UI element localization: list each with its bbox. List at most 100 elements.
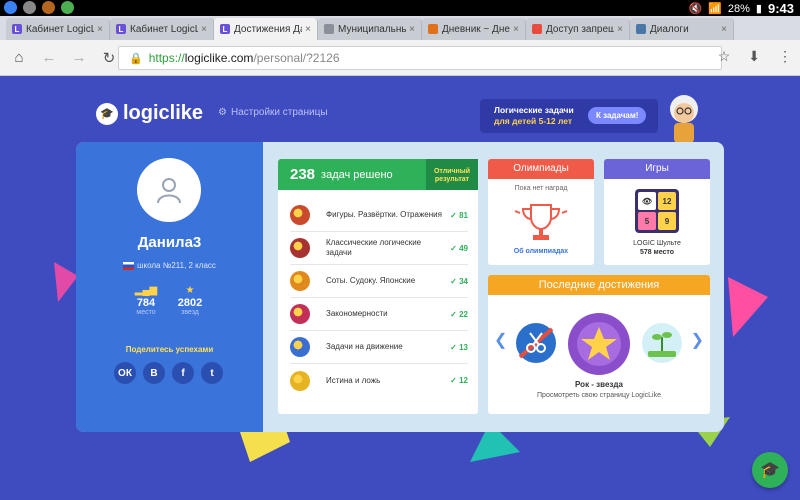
vk-share-button[interactable]: В bbox=[143, 362, 165, 384]
rockstar-star-icon[interactable] bbox=[568, 313, 630, 375]
page-settings-link[interactable]: ⚙ Настройки страницы bbox=[218, 107, 328, 118]
image-notification-icon bbox=[23, 1, 36, 14]
browser-tab-strip: L Кабинет LogicLi × L Кабинет LogicLi × L Дости… bbox=[0, 16, 800, 40]
tasks-solved-panel: 238 задач решено Отличный результат Фигу… bbox=[278, 159, 478, 414]
dashboard-card: Данила3 школа №211, 2 класс ▂▄▆ 784 мест… bbox=[76, 142, 724, 432]
task-count-value: 22 bbox=[459, 309, 468, 319]
forward-icon[interactable]: → bbox=[64, 49, 94, 66]
promo-line2: для детей 5-12 лет bbox=[494, 116, 573, 126]
download-icon[interactable]: ⬇ bbox=[748, 48, 760, 65]
russia-flag-icon bbox=[123, 261, 135, 270]
tab-favicon-icon: L bbox=[220, 24, 230, 34]
tab-close-icon[interactable]: × bbox=[721, 24, 727, 35]
wifi-icon: 📶 bbox=[708, 3, 722, 15]
rank-bars-icon: ▂▄▆ bbox=[134, 285, 158, 296]
tasks-count: 238 bbox=[290, 166, 316, 183]
user-icon bbox=[157, 178, 181, 204]
social-share-buttons: ОК В f t bbox=[114, 362, 223, 384]
address-bar[interactable]: 🔒 https:// logiclike.com /personal/?2126 bbox=[118, 46, 722, 70]
olympiads-panel[interactable]: Олимпиады Пока нет наград Об олимпиадах bbox=[488, 159, 594, 265]
tab-close-icon[interactable]: × bbox=[409, 24, 415, 35]
place-value: 784 bbox=[136, 297, 156, 309]
back-icon[interactable]: ← bbox=[34, 49, 64, 66]
achievement-name: Рок - звезда bbox=[575, 380, 623, 389]
to-tasks-button[interactable]: К задачам! bbox=[588, 107, 647, 124]
task-category-count: ✓ 34 bbox=[446, 277, 468, 286]
bookmark-star-icon[interactable]: ☆ bbox=[718, 48, 731, 65]
tab-close-icon[interactable]: × bbox=[97, 24, 103, 35]
task-category-icon bbox=[290, 238, 310, 258]
stars-value: 2802 bbox=[177, 297, 203, 309]
web-page: 🎓 logiclike ⚙ Настройки страницы Логичес… bbox=[0, 77, 800, 500]
promo-line1: Логические задачи bbox=[494, 105, 574, 115]
browser-tab[interactable]: Доступ запреще × bbox=[526, 18, 630, 40]
site-logo[interactable]: 🎓 logiclike bbox=[96, 102, 203, 125]
graduation-cap-fab-button[interactable]: 🎓 bbox=[752, 452, 788, 488]
home-icon[interactable]: ⌂ bbox=[4, 49, 34, 66]
game-place: 578 место bbox=[639, 249, 675, 256]
task-category-icon bbox=[290, 337, 310, 357]
no-awards-text: Пока нет наград bbox=[514, 185, 568, 192]
tab-close-icon[interactable]: × bbox=[305, 24, 311, 35]
sprout-achievement-icon[interactable] bbox=[642, 323, 682, 363]
schulte-game-icon[interactable]: 👁 12 5 9 bbox=[635, 189, 679, 233]
scissors-achievement-icon[interactable] bbox=[516, 323, 556, 363]
user-name: Данила3 bbox=[137, 234, 202, 251]
browser-tab[interactable]: L Кабинет LogicLi × bbox=[110, 18, 214, 40]
tab-title: Доступ запреще bbox=[546, 23, 615, 35]
about-olympiads-link[interactable]: Об олимпиадах bbox=[488, 248, 594, 255]
tab-close-icon[interactable]: × bbox=[513, 24, 519, 35]
tab-close-icon[interactable]: × bbox=[201, 24, 207, 35]
lock-icon: 🔒 bbox=[129, 52, 143, 65]
battery-percent: 28% bbox=[727, 2, 750, 15]
task-category-row[interactable]: Соты. Судоку. Японские ✓ 34 bbox=[290, 265, 468, 298]
status-bar: 🔇 📶 28% ▮ 9:43 bbox=[0, 0, 800, 16]
task-count-value: 13 bbox=[459, 342, 468, 352]
browser-tab[interactable]: L Достижения Да × bbox=[214, 18, 318, 40]
achievement-description[interactable]: Просмотреть свою страницу LogicLike bbox=[488, 392, 710, 399]
photo-notification-icon bbox=[42, 1, 55, 14]
decor-shape-left bbox=[54, 262, 78, 302]
task-category-name: Истина и ложь bbox=[326, 375, 381, 385]
game-notification-icon bbox=[61, 1, 74, 14]
task-category-count: ✓ 12 bbox=[446, 376, 468, 385]
decor-shape-right bbox=[728, 277, 768, 337]
task-category-icon bbox=[290, 370, 310, 391]
promo-banner[interactable]: Логические задачи для детей 5-12 лет К з… bbox=[480, 99, 658, 133]
game-cell: 9 bbox=[658, 212, 676, 230]
tab-favicon-icon: L bbox=[12, 24, 22, 34]
tab-favicon-icon bbox=[324, 24, 334, 34]
tasks-header: 238 задач решено Отличный результат bbox=[278, 159, 478, 190]
tab-close-icon[interactable]: × bbox=[617, 24, 623, 35]
odnoklassniki-share-button[interactable]: ОК bbox=[114, 362, 136, 384]
logo-text: logiclike bbox=[123, 102, 204, 124]
clock: 9:43 bbox=[767, 1, 794, 16]
share-label: Поделитесь успехами bbox=[125, 345, 214, 354]
professor-mascot-icon bbox=[670, 95, 698, 143]
avatar[interactable] bbox=[137, 158, 201, 222]
task-category-name: Закономерности bbox=[326, 309, 388, 318]
olympiads-title: Олимпиады bbox=[488, 159, 594, 179]
task-category-row[interactable]: Закономерности ✓ 22 bbox=[290, 298, 468, 331]
tab-title: Диалоги bbox=[650, 23, 689, 35]
chevron-left-icon[interactable]: ❮ bbox=[494, 330, 507, 350]
achievements-title: Последние достижения bbox=[488, 275, 710, 295]
task-category-row[interactable]: Задачи на движение ✓ 13 bbox=[290, 331, 468, 364]
facebook-share-button[interactable]: f bbox=[172, 362, 194, 384]
task-category-row[interactable]: Истина и ложь ✓ 12 bbox=[290, 364, 468, 397]
tab-favicon-icon bbox=[428, 24, 438, 34]
twitter-share-button[interactable]: t bbox=[201, 362, 223, 384]
task-count-value: 34 bbox=[459, 276, 468, 286]
browser-tab[interactable]: Диалоги × bbox=[630, 18, 734, 40]
url-path: /personal/?2126 bbox=[253, 51, 340, 65]
browser-tab[interactable]: Дневник ~ Днев × bbox=[422, 18, 526, 40]
trophy-icon bbox=[514, 204, 568, 240]
chevron-right-icon[interactable]: ❯ bbox=[691, 330, 704, 350]
menu-icon[interactable]: ⋮ bbox=[778, 48, 792, 65]
games-panel[interactable]: Игры 👁 12 5 9 LOGIC Шульте 578 место bbox=[604, 159, 710, 265]
task-category-row[interactable]: Классические логические задачи ✓ 49 bbox=[290, 232, 468, 265]
browser-tab[interactable]: Муниципальны × bbox=[318, 18, 422, 40]
task-category-row[interactable]: Фигуры. Развёртки. Отражения ✓ 81 bbox=[290, 199, 468, 232]
browser-tab[interactable]: L Кабинет LogicLi × bbox=[6, 18, 110, 40]
task-category-name: Соты. Судоку. Японские bbox=[326, 276, 416, 285]
